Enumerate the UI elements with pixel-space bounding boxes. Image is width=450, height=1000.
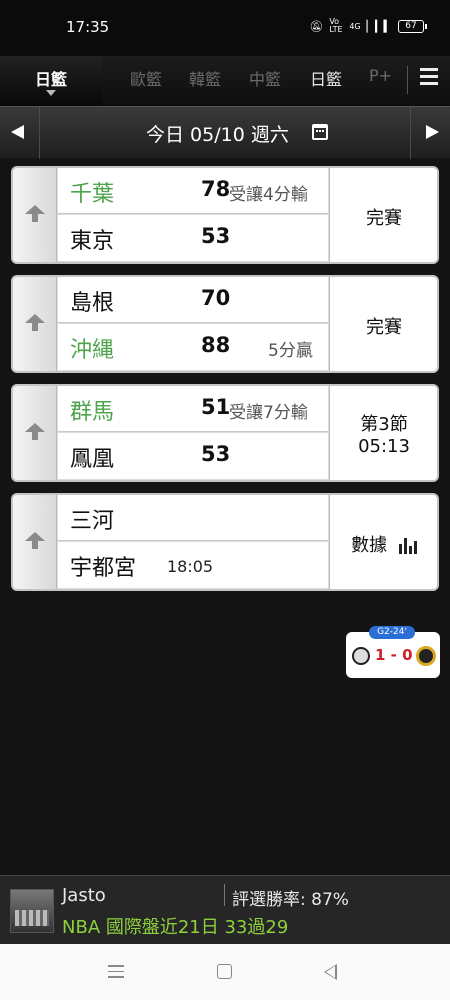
status-icons: 🔕︎ Vo LTE 4G ▏▎▍ 67 <box>309 17 427 34</box>
team-row-home: 群馬 51 受讓7分輸 <box>58 386 328 432</box>
expert-banner[interactable]: Jasto 評選勝率: 87% NBA 國際盤近21日 33過29 <box>0 875 450 944</box>
team-name: 宇都宮 <box>70 556 137 581</box>
team-name: 群馬 <box>70 400 115 425</box>
arrow-up-icon <box>25 205 45 225</box>
battery-icon: 67 <box>398 19 427 33</box>
widget-score: 1 - 0 <box>375 646 413 664</box>
status-text: 完賽 <box>366 208 402 229</box>
tab-japan-basketball[interactable]: 日籃 <box>310 66 342 90</box>
team-name: 鳳凰 <box>70 447 115 472</box>
network-label: 4G <box>349 21 361 31</box>
team-logo <box>352 647 370 665</box>
home-icon[interactable] <box>217 964 232 979</box>
game-card[interactable]: 群馬 51 受讓7分輸 鳳凰 53 第3節 05:13 <box>11 384 439 482</box>
arrow-up-icon <box>25 423 45 443</box>
date-bar: 今日 05/10 週六 <box>0 106 450 159</box>
next-day-button[interactable] <box>410 107 450 159</box>
team-name: 千葉 <box>70 182 115 207</box>
expert-name: Jasto <box>62 885 106 906</box>
tab-p-plus[interactable]: P+ <box>369 66 392 85</box>
tab-euro-basketball[interactable]: 歐籃 <box>130 66 162 90</box>
game-status[interactable]: 完賽 <box>329 168 437 262</box>
game-card[interactable]: 島根 70 沖縄 88 5分贏 完賽 <box>11 275 439 373</box>
quarter-text: 第3節 <box>360 414 408 435</box>
divider <box>224 884 225 906</box>
period-badge: G2-24' <box>369 626 415 639</box>
tab-current-label: 日籃 <box>34 70 67 89</box>
team-row-home: 千葉 78 受讓4分輸 <box>58 168 328 214</box>
status-bar: 17:35 🔕︎ Vo LTE 4G ▏▎▍ 67 <box>0 0 450 56</box>
arrow-up-icon <box>25 532 45 552</box>
date-label[interactable]: 今日 05/10 週六 <box>146 120 289 147</box>
team-name: 東京 <box>70 229 115 254</box>
volte-icon: Vo LTE <box>329 17 343 34</box>
handicap-result: 受讓4分輸 <box>229 185 308 205</box>
recent-apps-icon[interactable] <box>108 965 124 978</box>
game-status[interactable]: 第3節 05:13 <box>329 386 437 480</box>
avatar <box>10 889 54 933</box>
team-score: 78 <box>201 177 231 201</box>
team-logo <box>416 646 436 666</box>
pin-button[interactable] <box>13 386 57 480</box>
stats-label-wrap: 數據 <box>330 531 437 557</box>
team-score: 70 <box>201 286 231 310</box>
game-card[interactable]: 千葉 78 受讓4分輸 東京 53 完賽 <box>11 166 439 264</box>
team-score: 51 <box>201 395 231 419</box>
game-card[interactable]: 三河 宇都宮 18:05 數據 <box>11 493 439 591</box>
tip-off-time: 18:05 <box>167 557 214 576</box>
team-name: 三河 <box>70 509 115 534</box>
arrow-left-icon <box>11 125 24 139</box>
pin-button[interactable] <box>13 495 57 589</box>
signal-icon: ▏▎▍ <box>366 19 392 33</box>
stats-button[interactable]: 數據 <box>329 495 437 589</box>
divider <box>407 66 408 94</box>
back-icon[interactable] <box>324 964 337 980</box>
team-row-home: 三河 <box>58 495 328 541</box>
team-row-home: 島根 70 <box>58 277 328 323</box>
league-tabs: 日籃 歐籃 韓籃 中籃 日籃 P+ <box>0 56 450 106</box>
team-row-away: 宇都宮 18:05 <box>58 542 328 588</box>
live-score-widget[interactable]: G2-24' 1 - 0 <box>346 626 440 678</box>
status-text: 完賽 <box>366 317 402 338</box>
arrow-right-icon <box>426 125 439 139</box>
arrow-up-icon <box>25 314 45 334</box>
system-nav-bar <box>0 944 450 1000</box>
pin-button[interactable] <box>13 277 57 371</box>
team-row-away: 東京 53 <box>58 215 328 261</box>
clock: 17:35 <box>66 18 110 36</box>
team-name: 島根 <box>70 291 115 316</box>
tab-korea-basketball[interactable]: 韓籃 <box>189 66 221 90</box>
mute-icon: 🔕︎ <box>309 19 324 33</box>
bar-chart-icon <box>398 536 417 554</box>
handicap-result: 5分贏 <box>268 341 313 361</box>
calendar-icon[interactable] <box>312 124 328 140</box>
previous-day-button[interactable] <box>0 107 40 159</box>
game-clock: 05:13 <box>358 436 410 457</box>
pin-button[interactable] <box>13 168 57 262</box>
expert-record: NBA 國際盤近21日 33過29 <box>62 917 289 938</box>
team-row-away: 沖縄 88 5分贏 <box>58 324 328 370</box>
game-status[interactable]: 完賽 <box>329 277 437 371</box>
handicap-result: 受讓7分輸 <box>229 403 308 423</box>
tab-china-basketball[interactable]: 中籃 <box>249 66 281 90</box>
status-text: 數據 <box>351 535 388 556</box>
team-score: 88 <box>201 333 231 357</box>
tab-current-league[interactable]: 日籃 <box>0 56 102 106</box>
team-score: 53 <box>201 224 231 248</box>
win-rate: 評選勝率: 87% <box>232 890 349 910</box>
team-name: 沖縄 <box>70 338 115 363</box>
team-row-away: 鳳凰 53 <box>58 433 328 479</box>
chevron-down-icon <box>46 90 56 96</box>
team-score: 53 <box>201 442 231 466</box>
hamburger-menu-icon[interactable] <box>420 68 438 88</box>
